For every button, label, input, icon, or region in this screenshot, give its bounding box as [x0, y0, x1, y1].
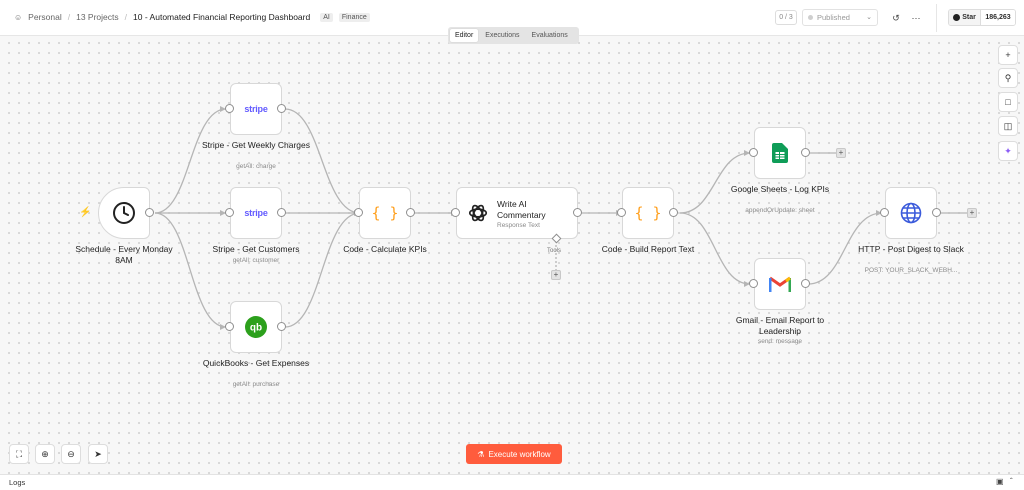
zoom-in-button[interactable]: ⊕: [35, 444, 55, 464]
input-port[interactable]: [225, 322, 234, 331]
output-port[interactable]: [932, 208, 941, 217]
logs-bar[interactable]: Logs ▣ ˆ: [0, 474, 1024, 490]
ai-assistant-button[interactable]: ✦: [998, 141, 1018, 161]
svg-text:qb: qb: [250, 323, 262, 334]
search-button[interactable]: ⚲: [998, 68, 1018, 88]
output-port[interactable]: [801, 148, 810, 157]
plus-icon: +: [1005, 50, 1011, 60]
add-tool-button[interactable]: +: [551, 270, 561, 280]
openai-icon: [468, 204, 488, 222]
panel-icon: ◫: [1003, 121, 1013, 131]
edge-schedule-quickbooks: [154, 212, 227, 328]
output-port[interactable]: [277, 322, 286, 331]
view-tabs: Editor Executions Evaluations: [448, 27, 579, 44]
node-label: Stripe - Get Customers: [212, 244, 300, 254]
node-label: Stripe - Get Weekly Charges: [201, 140, 311, 150]
node-subtitle: getAll: purchase: [232, 381, 280, 388]
flask-icon: ⚗: [477, 449, 485, 459]
code-icon: { }: [634, 204, 662, 222]
pointer-mode-button[interactable]: ➤: [88, 444, 108, 464]
output-port[interactable]: [406, 208, 415, 217]
google-sheets-icon: [772, 143, 788, 163]
execute-workflow-button[interactable]: ⚗ Execute workflow: [466, 444, 562, 464]
input-port[interactable]: [451, 208, 460, 217]
add-node-button[interactable]: +: [967, 208, 977, 218]
node-subtitle: POST: YOUR_SLACK_WEBH...: [864, 267, 958, 274]
quickbooks-icon: qb: [245, 316, 267, 338]
pop-out-icon[interactable]: ▣: [996, 477, 1004, 486]
add-node-panel-button[interactable]: +: [998, 45, 1018, 65]
node-label: QuickBooks - Get Expenses: [202, 358, 310, 368]
edge-stripe-charges-code: [284, 108, 361, 214]
tab-evaluations[interactable]: Evaluations: [527, 29, 573, 42]
node-label: Schedule - Every Monday 8AM: [75, 244, 173, 265]
node-subtitle: appendOrUpdate: sheet: [745, 207, 815, 214]
node-schedule[interactable]: [98, 187, 150, 239]
input-port[interactable]: [225, 208, 234, 217]
input-port[interactable]: [749, 148, 758, 157]
tools-label: Tools: [547, 248, 562, 254]
search-icon: ⚲: [1004, 73, 1012, 83]
node-stripe-charges[interactable]: stripe: [230, 83, 282, 135]
clock-icon: [113, 202, 135, 224]
node-subtitle: Response Text: [497, 222, 540, 229]
fit-view-icon: ⛶: [15, 449, 23, 459]
input-port[interactable]: [880, 208, 889, 217]
code-icon: { }: [371, 204, 399, 222]
cursor-icon: ➤: [94, 449, 102, 459]
stripe-icon: stripe: [244, 104, 268, 114]
output-port[interactable]: [145, 208, 154, 217]
input-port[interactable]: [617, 208, 626, 217]
output-port[interactable]: [669, 208, 678, 217]
node-http[interactable]: [885, 187, 937, 239]
node-label: Google Sheets - Log KPIs: [730, 184, 830, 194]
node-stripe-customers[interactable]: stripe: [230, 187, 282, 239]
input-port[interactable]: [225, 104, 234, 113]
add-node-button[interactable]: +: [836, 148, 846, 158]
node-quickbooks[interactable]: qb: [230, 301, 282, 353]
sparkle-icon: ✦: [1004, 146, 1012, 156]
edge-schedule-stripe-charges: [154, 108, 227, 214]
node-label: Code - Build Report Text: [601, 244, 695, 254]
output-port[interactable]: [277, 208, 286, 217]
gmail-icon: [769, 276, 791, 292]
stripe-icon: stripe: [244, 208, 268, 218]
output-port[interactable]: [801, 279, 810, 288]
node-google-sheets[interactable]: [754, 127, 806, 179]
zoom-out-icon: ⊖: [67, 449, 75, 459]
edge-code-report-sheets: [679, 152, 751, 214]
sticky-note-button[interactable]: □: [998, 92, 1018, 112]
tab-executions[interactable]: Executions: [480, 29, 524, 42]
node-label: Write AI Commentary: [497, 199, 546, 220]
output-port[interactable]: [277, 104, 286, 113]
node-subtitle: getAll: charge: [236, 163, 276, 170]
node-label: Code - Calculate KPIs: [343, 244, 427, 254]
node-code-report[interactable]: { }: [622, 187, 674, 239]
zoom-in-icon: ⊕: [41, 449, 49, 459]
zoom-out-button[interactable]: ⊖: [61, 444, 81, 464]
execute-workflow-label: Execute workflow: [488, 449, 551, 459]
node-subtitle: getAll: customer: [232, 257, 280, 264]
input-port[interactable]: [749, 279, 758, 288]
input-port[interactable]: [354, 208, 363, 217]
output-port[interactable]: [573, 208, 582, 217]
tab-editor[interactable]: Editor: [450, 29, 479, 42]
logs-label: Logs: [9, 478, 26, 487]
fit-view-button[interactable]: ⛶: [9, 444, 29, 464]
note-icon: □: [1005, 97, 1011, 107]
node-label: Gmail - Email Report to Leadership: [735, 315, 825, 336]
node-subtitle: send: message: [757, 338, 803, 345]
globe-icon: [900, 202, 922, 224]
node-gmail[interactable]: [754, 258, 806, 310]
edge-quickbooks-code: [284, 212, 361, 328]
chevron-up-icon[interactable]: ˆ: [1010, 477, 1013, 486]
node-label: HTTP - Post Digest to Slack: [858, 244, 964, 254]
node-code-kpis[interactable]: { }: [359, 187, 411, 239]
toggle-panel-button[interactable]: ◫: [998, 116, 1018, 136]
trigger-bolt-icon: ⚡: [79, 207, 92, 218]
